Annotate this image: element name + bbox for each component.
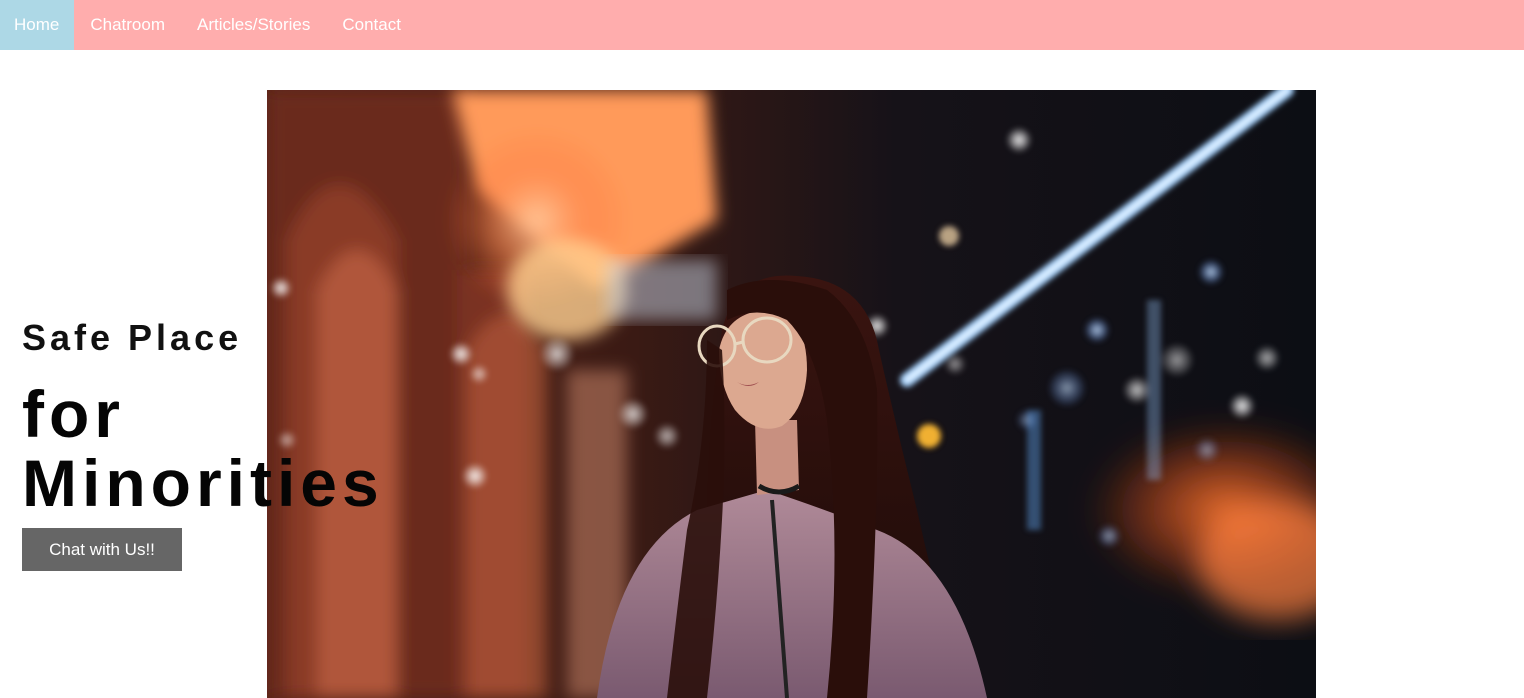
nav-chatroom[interactable]: Chatroom — [74, 0, 181, 50]
hero-subtitle: Safe Place — [22, 317, 243, 358]
chat-with-us-button[interactable]: Chat with Us!! — [22, 528, 182, 571]
hero-title-line2: Minorities — [22, 446, 384, 520]
navbar: Home Chatroom Articles/Stories Contact — [0, 0, 1524, 50]
hero-title-line1: for — [22, 377, 125, 451]
nav-articles-stories[interactable]: Articles/Stories — [181, 0, 326, 50]
hero-title: for Minorities — [22, 380, 384, 518]
hero-text-block: Safe Place for Minorities — [22, 316, 384, 518]
nav-home[interactable]: Home — [0, 0, 75, 50]
hero-photo — [267, 90, 1316, 698]
hero-photo-illustration — [267, 90, 1316, 698]
nav-contact[interactable]: Contact — [326, 0, 417, 50]
